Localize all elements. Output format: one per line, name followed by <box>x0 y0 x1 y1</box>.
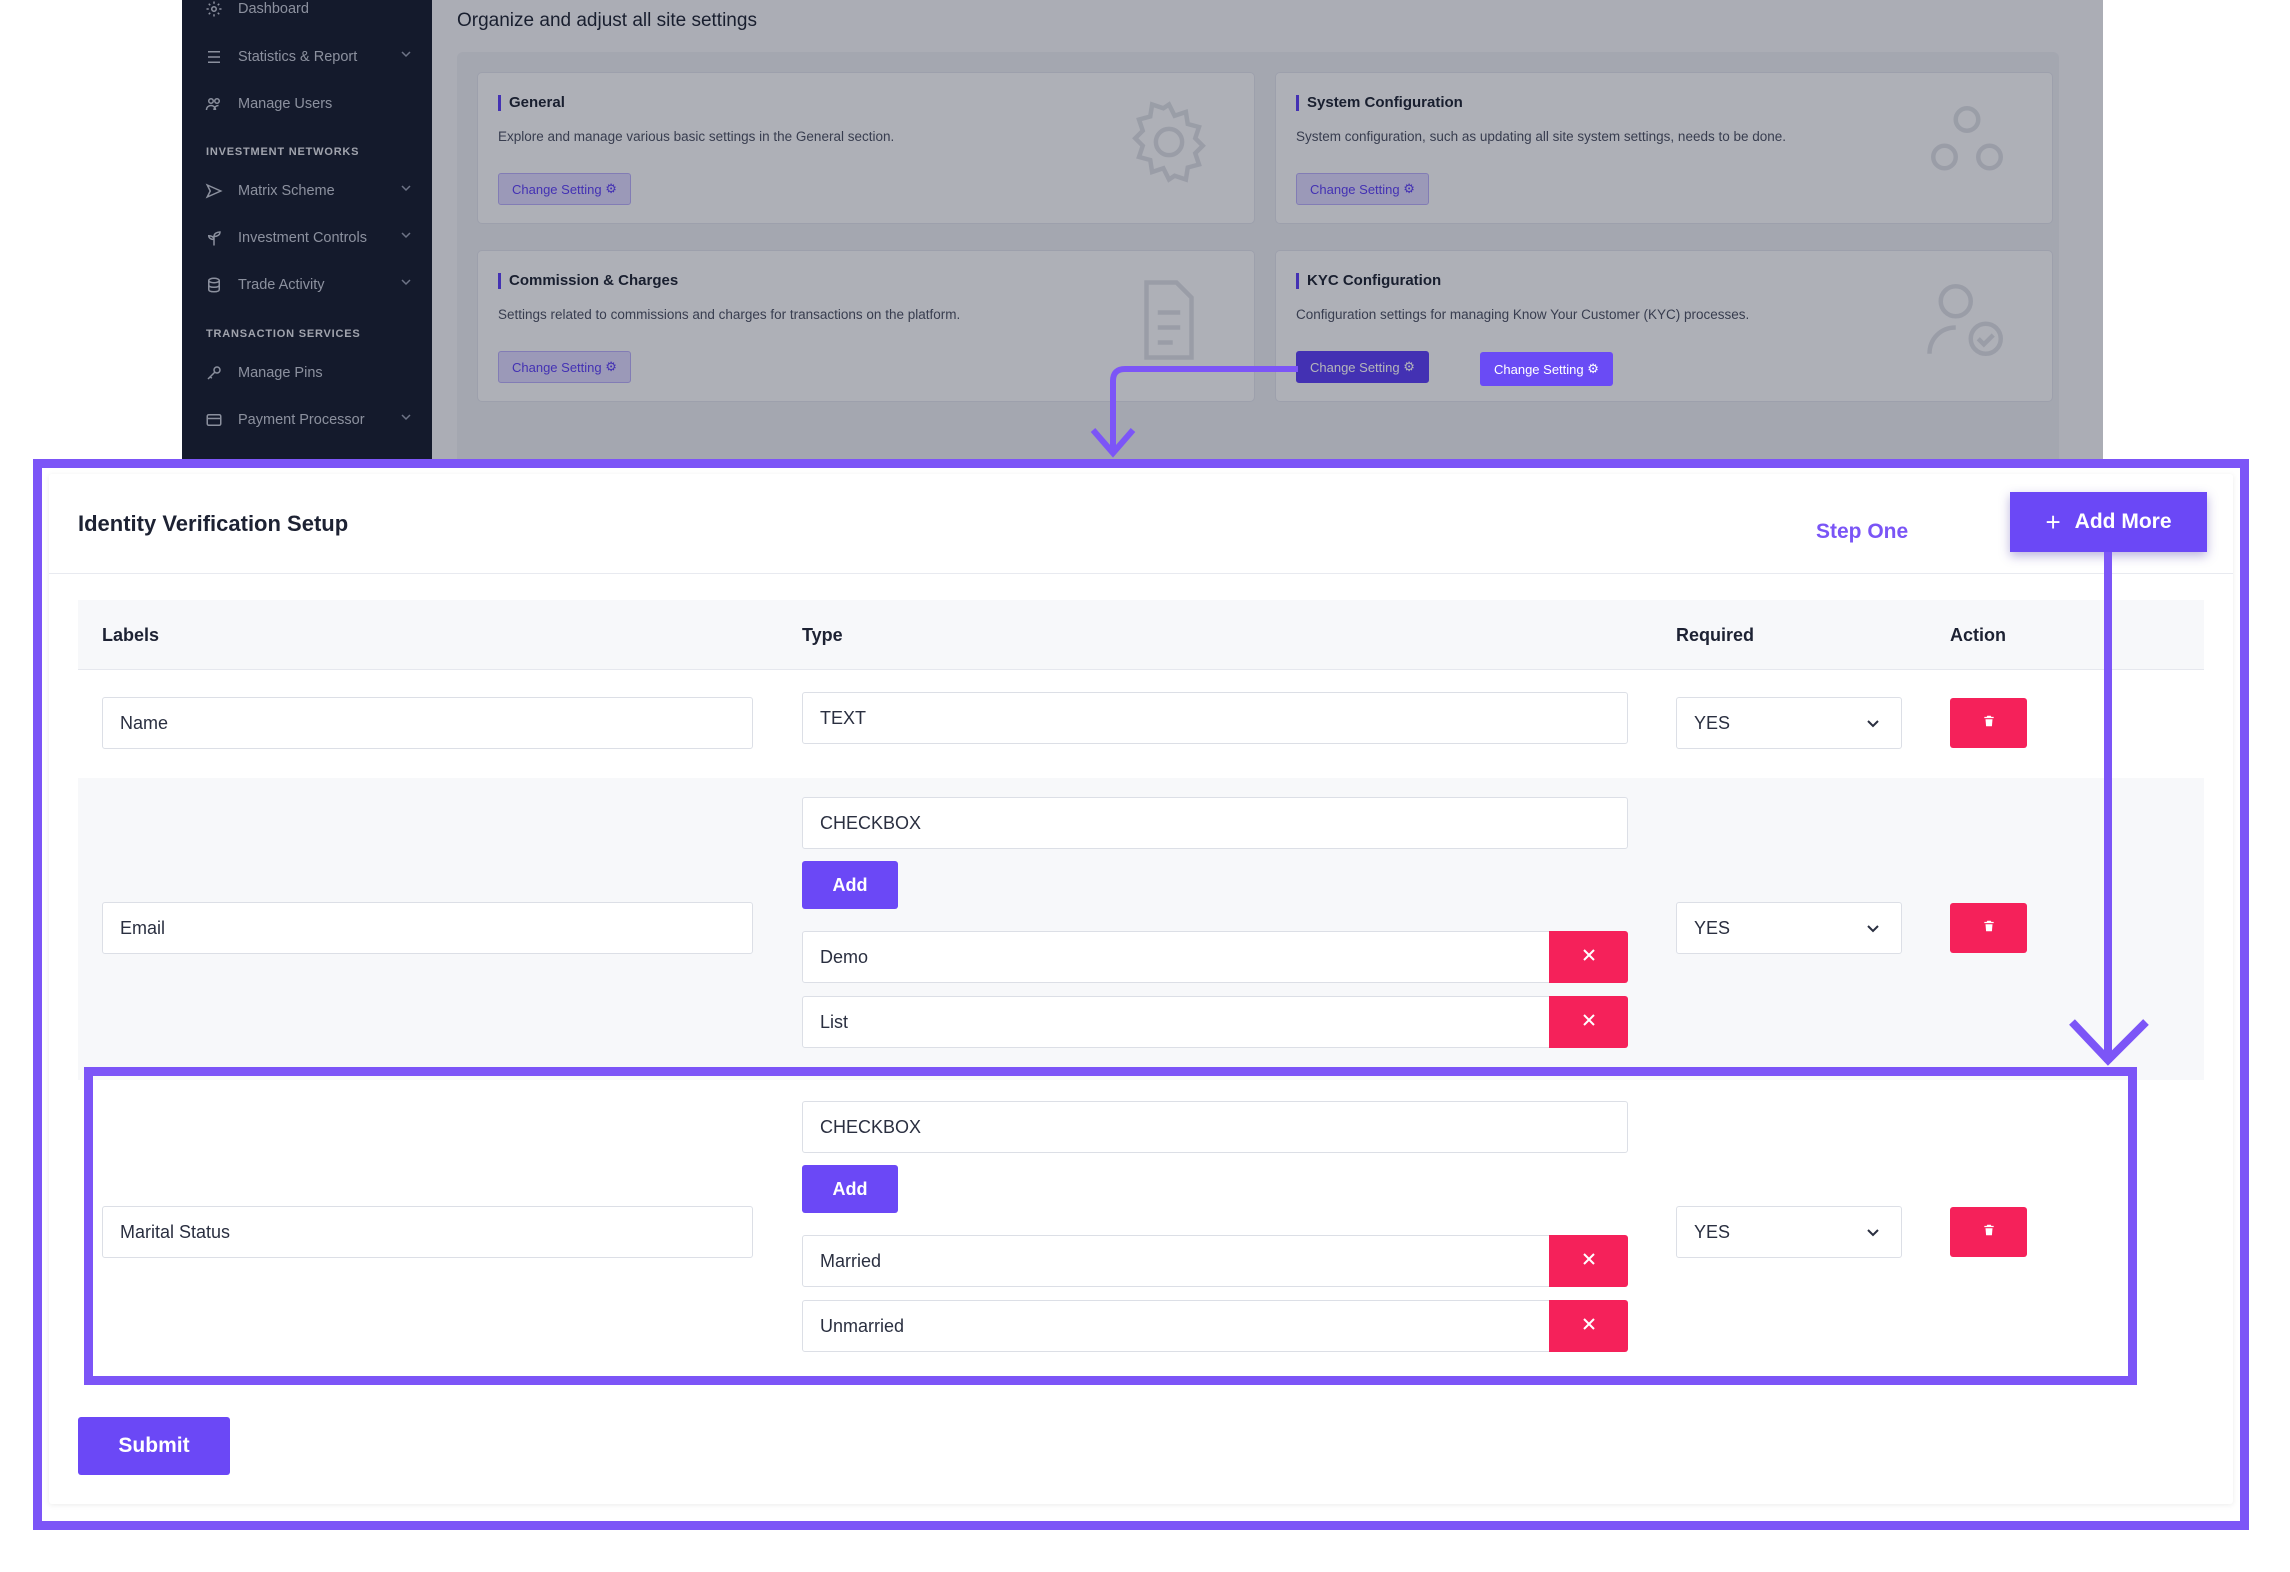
arrow-kyc-to-card <box>1110 366 1298 452</box>
screenshot-stage: Dashboard Statistics & Report Manage Use… <box>0 0 2290 1572</box>
annotation-arrows <box>1090 366 2149 1066</box>
